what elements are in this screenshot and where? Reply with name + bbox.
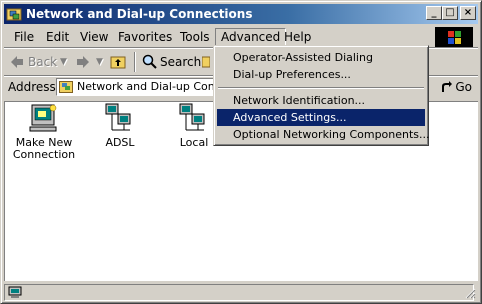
- windows-logo-icon: [435, 27, 473, 49]
- menu-tools[interactable]: Tools: [174, 29, 216, 45]
- status-bar: [4, 283, 478, 302]
- menu-bar: File Edit View Favorites Tools Advanced …: [4, 26, 478, 46]
- address-value: Network and Dial-up Connec: [77, 80, 215, 93]
- make-new-connection-icon: [29, 104, 57, 132]
- network-folder-icon: [6, 8, 22, 21]
- menu-item-optional-networking-components[interactable]: Optional Networking Components...: [217, 126, 430, 143]
- network-connection-icon: [105, 103, 131, 131]
- menu-item-network-identification[interactable]: Network Identification...: [217, 92, 425, 109]
- back-arrow-icon: [11, 56, 23, 68]
- computer-status-icon: [8, 286, 22, 298]
- menu-favorites[interactable]: Favorites: [112, 29, 178, 45]
- minimize-button[interactable]: _: [426, 6, 442, 20]
- menu-item-operator-assisted-dialing[interactable]: Operator-Assisted Dialing: [217, 49, 425, 66]
- menu-item-advanced-settings[interactable]: Advanced Settings...: [217, 109, 425, 126]
- menu-separator: [218, 87, 424, 89]
- menu-view[interactable]: View: [74, 29, 114, 45]
- menu-advanced[interactable]: Advanced: [215, 28, 287, 46]
- status-cell: [4, 284, 474, 301]
- up-folder-icon[interactable]: [110, 54, 126, 69]
- make-new-connection-item[interactable]: Make New Connection: [12, 102, 76, 161]
- back-button[interactable]: Back: [28, 53, 57, 71]
- network-connection-icon: [179, 103, 205, 131]
- forward-dropdown-icon[interactable]: ▼: [96, 53, 103, 71]
- go-button[interactable]: Go: [455, 80, 472, 94]
- close-button[interactable]: ×: [460, 6, 476, 20]
- address-input[interactable]: Network and Dial-up Connec: [56, 78, 216, 96]
- folders-icon[interactable]: [202, 55, 210, 69]
- adsl-connection-item[interactable]: ADSL: [88, 102, 152, 149]
- menu-help[interactable]: Help: [278, 29, 317, 45]
- search-icon: [142, 54, 157, 69]
- toolbar-separator: [134, 52, 136, 72]
- search-button[interactable]: Search: [160, 53, 201, 71]
- menu-file[interactable]: File: [8, 29, 40, 45]
- menu-item-dial-up-preferences[interactable]: Dial-up Preferences...: [217, 66, 425, 83]
- go-arrow-icon[interactable]: [440, 80, 452, 94]
- maximize-button[interactable]: □: [442, 6, 458, 20]
- title-bar[interactable]: Network and Dial-up Connections _ □ ×: [4, 4, 478, 24]
- menu-edit[interactable]: Edit: [40, 29, 75, 45]
- advanced-dropdown-menu: Operator-Assisted Dialing Dial-up Prefer…: [213, 45, 430, 146]
- address-label: Address: [8, 80, 56, 94]
- explorer-window: Network and Dial-up Connections _ □ × Fi…: [0, 0, 482, 304]
- item-label-line2: Connection: [12, 148, 76, 161]
- resize-grip-icon[interactable]: [464, 287, 476, 299]
- window-title: Network and Dial-up Connections: [26, 7, 253, 21]
- network-folder-small-icon: [59, 81, 73, 93]
- forward-arrow-icon[interactable]: [76, 55, 90, 69]
- back-dropdown-icon[interactable]: ▼: [60, 53, 67, 71]
- item-label: ADSL: [105, 136, 135, 149]
